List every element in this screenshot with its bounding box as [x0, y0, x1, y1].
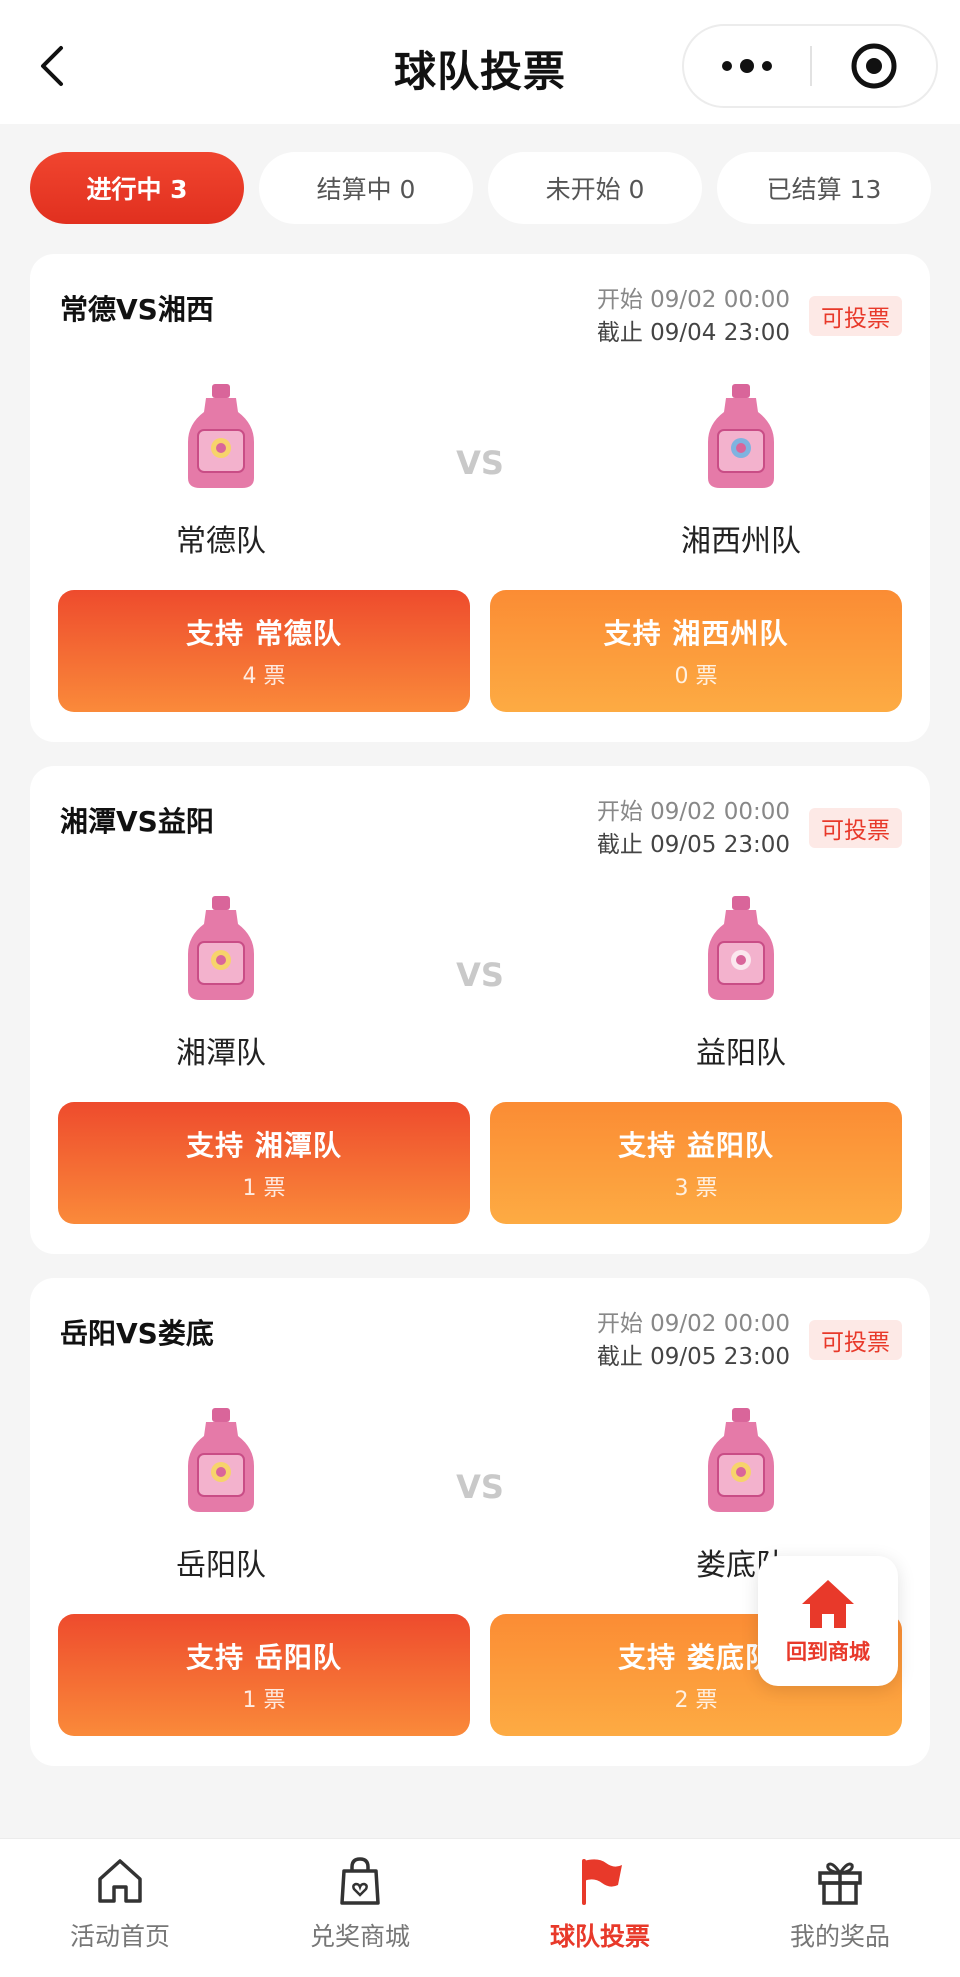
match-card: 湘潭VS益阳 开始 09/02 00:00 截止 09/05 23:00 可投票… — [30, 766, 930, 1254]
end-time: 截止 09/05 23:00 — [596, 832, 790, 858]
match-card: 岳阳VS娄底 开始 09/02 00:00 截止 09/05 23:00 可投票… — [30, 1278, 930, 1766]
home-team-name: 常德队 — [176, 524, 266, 559]
bottom-nav: 活动首页 兑奖商城 球队投票 我的奖品 — [0, 1838, 960, 1977]
vote-count: 4 票 — [242, 664, 286, 689]
start-time: 开始 09/02 00:00 — [596, 799, 790, 825]
match-title: 岳阳VS娄底 — [60, 1317, 214, 1350]
vote-away-button[interactable]: 支持 益阳队 3 票 — [490, 1102, 902, 1224]
away-team-name: 湘西州队 — [681, 524, 801, 559]
nav-item-prize-shop[interactable]: 兑奖商城 — [240, 1853, 480, 1963]
status-badge: 可投票 — [809, 296, 902, 336]
vote-count: 1 票 — [242, 1176, 286, 1201]
start-time: 开始 09/02 00:00 — [596, 1311, 790, 1337]
vote-button-label: 支持 益阳队 — [618, 1129, 774, 1162]
home-icon — [802, 1580, 854, 1628]
target-close-icon — [851, 43, 897, 89]
status-badge: 可投票 — [809, 1320, 902, 1360]
match-title: 湘潭VS益阳 — [60, 805, 214, 838]
match-times: 开始 09/02 00:00 截止 09/05 23:00 — [597, 1308, 790, 1374]
match-title: 常德VS湘西 — [60, 293, 214, 326]
home-team-name: 岳阳队 — [176, 1548, 266, 1583]
back-to-shop-button[interactable]: 回到商城 — [758, 1556, 898, 1686]
flag-icon — [582, 1859, 622, 1905]
nav-label: 球队投票 — [549, 1922, 650, 1951]
match-times: 开始 09/02 00:00 截止 09/04 23:00 — [597, 284, 790, 350]
end-time: 截止 09/05 23:00 — [596, 1344, 790, 1370]
away-team-bottle-icon — [708, 1408, 774, 1512]
close-button[interactable] — [812, 26, 936, 106]
vote-button-label: 支持 湘潭队 — [186, 1129, 342, 1162]
house-icon — [98, 1859, 142, 1903]
nav-item-team-vote[interactable]: 球队投票 — [480, 1853, 720, 1963]
end-time: 截止 09/04 23:00 — [596, 320, 790, 346]
nav-label: 兑奖商城 — [309, 1922, 410, 1951]
nav-label: 活动首页 — [69, 1922, 170, 1951]
vote-count: 2 票 — [674, 1688, 718, 1713]
nav-item-my-prizes[interactable]: 我的奖品 — [720, 1853, 960, 1963]
vote-button-label: 支持 岳阳队 — [186, 1641, 342, 1674]
vote-away-button[interactable]: 支持 湘西州队 0 票 — [490, 590, 902, 712]
more-dots-icon — [722, 59, 772, 73]
home-team-name: 湘潭队 — [176, 1036, 266, 1071]
vote-count: 1 票 — [242, 1688, 286, 1713]
tab-settling[interactable]: 结算中 0 — [259, 152, 473, 224]
vote-count: 0 票 — [674, 664, 718, 689]
more-button[interactable] — [684, 26, 810, 106]
tab-not-started[interactable]: 未开始 0 — [488, 152, 702, 224]
vote-home-button[interactable]: 支持 常德队 4 票 — [58, 590, 470, 712]
mini-program-capsule — [682, 24, 938, 108]
start-time: 开始 09/02 00:00 — [596, 287, 790, 313]
vote-count: 3 票 — [674, 1176, 718, 1201]
tab-in-progress[interactable]: 进行中 3 — [30, 152, 244, 224]
back-to-shop-label: 回到商城 — [786, 1640, 870, 1664]
vote-button-label: 支持 娄底队 — [618, 1641, 774, 1674]
match-times: 开始 09/02 00:00 截止 09/05 23:00 — [597, 796, 790, 862]
header-bar: 球队投票 — [0, 0, 960, 124]
gift-icon — [818, 1862, 862, 1905]
vs-label: VS — [456, 444, 504, 482]
away-team-name: 益阳队 — [696, 1036, 786, 1071]
match-card: 常德VS湘西 开始 09/02 00:00 截止 09/04 23:00 可投票… — [30, 254, 930, 742]
shopping-bag-icon — [340, 1857, 380, 1905]
tab-settled[interactable]: 已结算 13 — [717, 152, 931, 224]
away-team-bottle-icon — [708, 896, 774, 1000]
nav-label: 我的奖品 — [789, 1922, 890, 1951]
status-tabs: 进行中 3 结算中 0 未开始 0 已结算 13 — [30, 152, 932, 224]
away-team-bottle-icon — [708, 384, 774, 488]
status-badge: 可投票 — [809, 808, 902, 848]
vote-button-label: 支持 常德队 — [186, 617, 342, 650]
vote-button-label: 支持 湘西州队 — [603, 617, 789, 650]
vs-label: VS — [456, 1468, 504, 1506]
nav-item-activity-home[interactable]: 活动首页 — [0, 1853, 240, 1963]
vote-home-button[interactable]: 支持 湘潭队 1 票 — [58, 1102, 470, 1224]
vs-label: VS — [456, 956, 504, 994]
vote-home-button[interactable]: 支持 岳阳队 1 票 — [58, 1614, 470, 1736]
